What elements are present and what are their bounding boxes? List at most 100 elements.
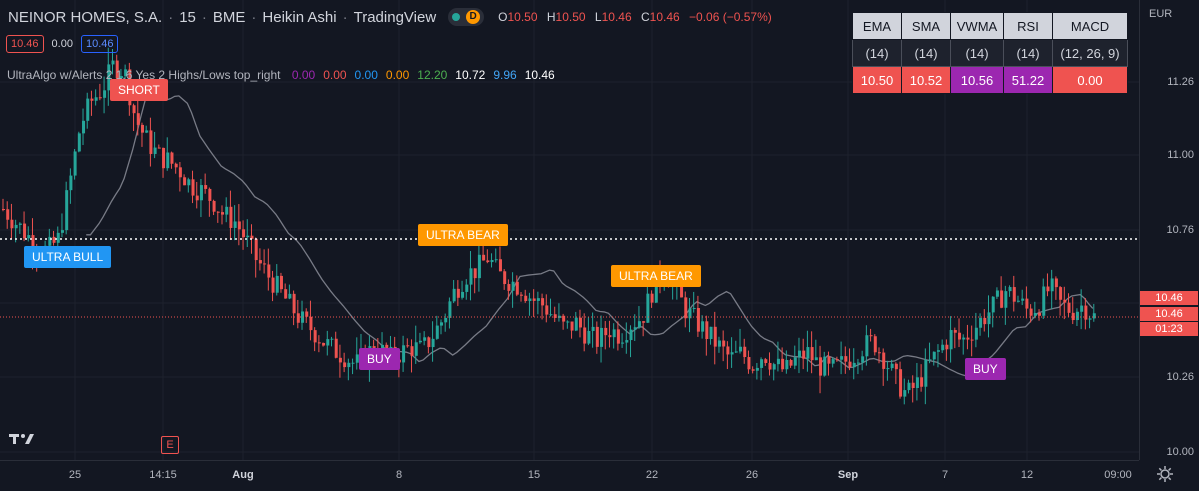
- close-price-badge: 10.46: [1140, 307, 1198, 321]
- candle-body: [797, 350, 801, 358]
- candle-body: [233, 221, 237, 228]
- candle-body: [844, 356, 848, 362]
- candle-body: [814, 357, 818, 361]
- candle-body: [911, 382, 915, 388]
- symbol-name[interactable]: NEINOR HOMES, S.A.: [8, 9, 162, 26]
- settings-gear-icon[interactable]: [1156, 465, 1174, 483]
- candle-body: [452, 288, 456, 302]
- candle-body: [6, 209, 10, 220]
- candle-body: [515, 281, 519, 295]
- candle-body: [225, 206, 229, 215]
- candle-body: [486, 260, 490, 263]
- indicator-legend[interactable]: UltraAlgo w/Alerts 2 1.6 Yes 2 Highs/Low…: [7, 68, 571, 82]
- candle-body: [330, 338, 334, 340]
- earnings-marker-icon[interactable]: E: [161, 436, 179, 454]
- candle-body: [764, 359, 768, 363]
- currency-selector[interactable]: EUR: [1149, 8, 1172, 20]
- indicator-value: 0.00: [291, 68, 316, 82]
- table-value: 10.50: [852, 66, 902, 94]
- candle-body: [995, 290, 999, 297]
- candle-body: [267, 264, 271, 278]
- candle-body: [136, 113, 140, 125]
- signal-buy-label: BUY: [965, 358, 1006, 380]
- candle-body: [482, 254, 486, 261]
- indicator-table: EMA SMA VWMA RSI MACD (14) (14) (14) (14…: [852, 12, 1128, 94]
- candle-body: [427, 337, 431, 348]
- table-value: 51.22: [1003, 66, 1053, 94]
- price-tick: 11.26: [1167, 76, 1194, 88]
- candle-body: [305, 311, 309, 317]
- time-tick: Aug: [232, 469, 254, 481]
- candle-body: [583, 327, 587, 344]
- candle-body: [494, 259, 498, 261]
- candle-body: [802, 350, 806, 359]
- candle-body: [608, 335, 612, 338]
- candle-body: [111, 60, 115, 65]
- price-tick: 10.00: [1166, 446, 1194, 458]
- candle-body: [1092, 313, 1096, 319]
- chart-style[interactable]: Heikin Ashi: [262, 9, 336, 26]
- signal-ultra-bear-label: ULTRA BEAR: [418, 224, 508, 246]
- interval[interactable]: 15: [179, 9, 196, 26]
- candle-body: [520, 294, 524, 296]
- buy-button[interactable]: 10.46: [80, 35, 119, 53]
- candle-body: [953, 330, 957, 333]
- candle-body: [722, 340, 726, 347]
- indicator-value: 10.46: [524, 68, 555, 82]
- candle-body: [856, 362, 860, 364]
- candle-body: [915, 377, 919, 388]
- tradingview-logo[interactable]: [8, 428, 36, 448]
- candle-body: [77, 133, 81, 152]
- candle-body: [907, 382, 911, 391]
- candle-body: [587, 330, 591, 344]
- candle-body: [69, 175, 73, 191]
- indicator-value: 10.72: [455, 68, 486, 82]
- candle-body: [625, 340, 629, 343]
- time-tick: 15: [527, 469, 541, 481]
- time-axis[interactable]: 25 14:15 Aug 8 15 22 26 Sep 7 12 09:00: [0, 460, 1139, 491]
- candle-body: [629, 329, 633, 341]
- candle-body: [747, 357, 751, 370]
- candle-body: [570, 321, 574, 331]
- time-tick: 09:00: [1104, 469, 1132, 481]
- candle-body: [869, 335, 873, 337]
- candle-body: [242, 229, 246, 238]
- candle-body: [709, 326, 713, 340]
- candle-body: [195, 195, 199, 201]
- ohlc-values: O10.50 H10.50 L10.46 C10.46 −0.06 (−0.57…: [498, 10, 772, 24]
- delayed-data-badge: D: [466, 10, 481, 24]
- candle-body: [183, 177, 187, 186]
- signal-buy-label: BUY: [359, 348, 400, 370]
- low-value: 10.46: [601, 10, 632, 24]
- candle-body: [1000, 290, 1004, 308]
- candle-body: [524, 295, 528, 302]
- candle-body: [1004, 291, 1008, 308]
- candle-body: [789, 360, 793, 366]
- candle-body: [216, 211, 220, 213]
- price-tick: 10.76: [1166, 224, 1194, 236]
- time-tick: 8: [395, 469, 403, 481]
- candle-body: [52, 236, 56, 243]
- candle-body: [650, 293, 654, 303]
- price-axis[interactable]: EUR 11.26 11.00 10.76 10.26 10.00 10.46 …: [1139, 0, 1199, 460]
- candle-body: [806, 347, 810, 359]
- candle-body: [840, 356, 844, 360]
- candle-body: [145, 130, 149, 133]
- candle-body: [418, 340, 422, 343]
- candle-body: [827, 356, 831, 364]
- candle-body: [166, 152, 170, 169]
- candle-body: [1008, 287, 1012, 292]
- candle-body: [945, 344, 949, 350]
- time-tick: Sep: [837, 469, 859, 481]
- market-status[interactable]: D: [448, 8, 485, 26]
- sell-button[interactable]: 10.46: [6, 35, 44, 53]
- table-header: EMA: [852, 12, 902, 40]
- candle-body: [229, 206, 233, 228]
- table-header: VWMA: [950, 12, 1004, 40]
- candle-body: [785, 360, 789, 370]
- indicator-value: 12.20: [417, 68, 448, 82]
- candle-body: [27, 235, 31, 239]
- indicator-value: 0.00: [385, 68, 410, 82]
- candle-body: [549, 314, 553, 316]
- candle-body: [739, 346, 743, 352]
